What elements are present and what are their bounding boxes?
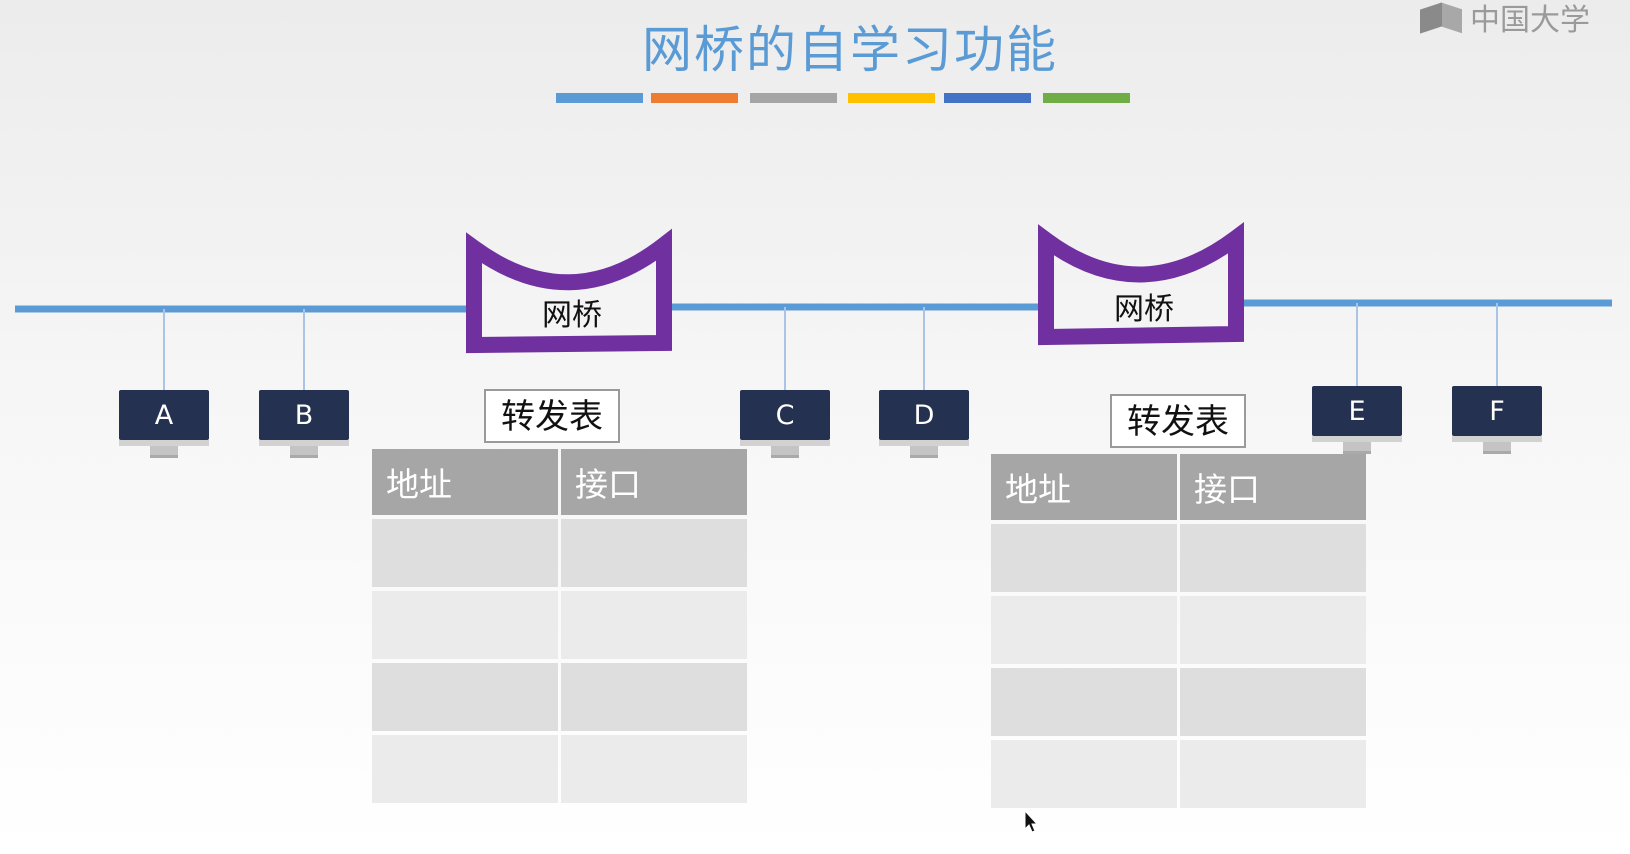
host-b-label: B xyxy=(259,390,349,440)
mouse-cursor-icon xyxy=(1024,810,1039,833)
bridge-1-label: 网桥 xyxy=(542,298,602,333)
forwarding-table-2-caption: 转发表 xyxy=(1110,394,1246,448)
column-header-address: 地址 xyxy=(372,449,558,515)
table-row xyxy=(991,524,1366,592)
table-row xyxy=(372,591,747,659)
host-f-label: F xyxy=(1452,386,1542,436)
column-header-interface: 接口 xyxy=(1180,454,1366,520)
table-row xyxy=(372,663,747,731)
bridge-2-label: 网桥 xyxy=(1114,292,1174,327)
host-a[interactable]: A xyxy=(119,390,209,458)
host-c-label: C xyxy=(740,390,830,440)
host-a-label: A xyxy=(119,390,209,440)
forwarding-table-2: 地址 接口 xyxy=(988,450,1369,812)
host-d-label: D xyxy=(879,390,969,440)
table-row xyxy=(991,668,1366,736)
forwarding-table-1-caption: 转发表 xyxy=(484,389,620,443)
host-d[interactable]: D xyxy=(879,390,969,458)
host-c[interactable]: C xyxy=(740,390,830,458)
host-f[interactable]: F xyxy=(1452,386,1542,454)
column-header-interface: 接口 xyxy=(561,449,747,515)
host-e-label: E xyxy=(1312,386,1402,436)
column-header-address: 地址 xyxy=(991,454,1177,520)
forwarding-table-1: 地址 接口 xyxy=(369,445,750,807)
table-row xyxy=(991,740,1366,808)
host-e[interactable]: E xyxy=(1312,386,1402,454)
table-row xyxy=(991,596,1366,664)
host-b[interactable]: B xyxy=(259,390,349,458)
table-row xyxy=(372,519,747,587)
table-row xyxy=(372,735,747,803)
